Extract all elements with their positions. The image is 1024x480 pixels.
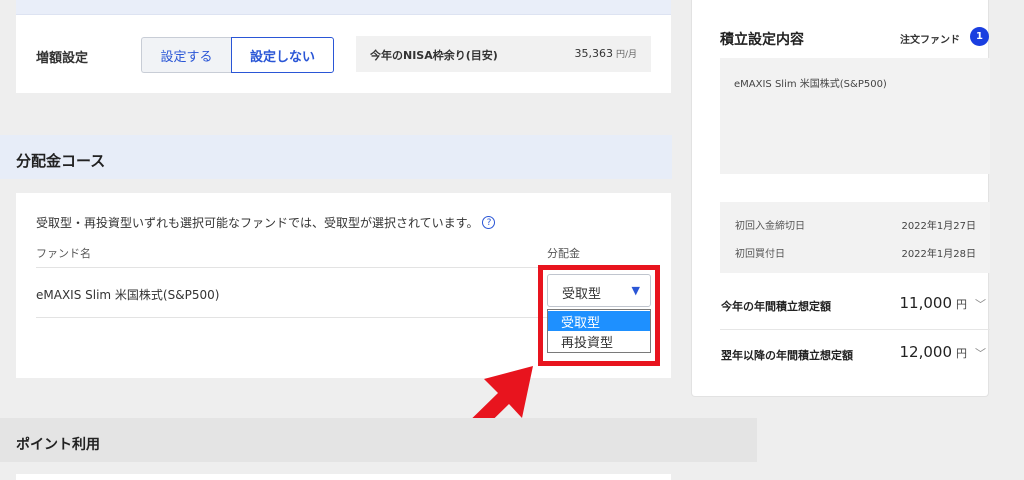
yen-unit: 円 [956, 347, 967, 360]
nisa-amount: 35,363 [574, 47, 613, 60]
divider [720, 329, 990, 330]
next-year-amount-toggle[interactable]: 12,000 円 ﹀ [900, 343, 987, 361]
first-deposit-label: 初回入金締切日 [735, 221, 805, 232]
summary-fund-name: eMAXIS Slim 米国株式(S&P500) [734, 79, 887, 90]
nisa-remaining-value: 35,363 円/月 [574, 47, 637, 60]
fund-name: eMAXIS Slim 米国株式(S&P500) [36, 288, 220, 302]
summary-date-box: 初回入金締切日 2022年1月27日 初回買付日 2022年1月28日 [720, 202, 990, 273]
increase-setting-toggle: 設定する 設定しない [141, 37, 334, 73]
summary-fund-box: eMAXIS Slim 米国株式(S&P500) [720, 58, 990, 174]
help-icon[interactable]: ? [482, 216, 496, 229]
distribution-note: 受取型・再投資型いずれも選択可能なファンドでは、受取型が選択されています。 ? [36, 214, 496, 231]
this-year-amount: 11,000 [899, 294, 953, 312]
first-purchase-date: 2022年1月28日 [901, 249, 976, 260]
nisa-remaining-label: 今年のNISA枠余り(目安) [370, 49, 498, 62]
set-button[interactable]: 設定する [141, 37, 231, 73]
distribution-note-text: 受取型・再投資型いずれも選択可能なファンドでは、受取型が選択されています。 [36, 216, 479, 230]
chevron-down-icon: ﹀ [975, 347, 986, 360]
highlight-box [538, 265, 660, 366]
card-top-strip [16, 0, 671, 15]
this-year-amount-label: 今年の年間積立想定額 [721, 300, 831, 313]
nisa-unit: 円/月 [615, 50, 637, 60]
point-section-header: ポイント利用 [0, 418, 757, 462]
increase-setting-label: 増額設定 [36, 51, 89, 66]
summary-panel: 積立設定内容 注文ファンド 1 eMAXIS Slim 米国株式(S&P500)… [691, 0, 990, 397]
first-purchase-label: 初回買付日 [735, 249, 785, 260]
column-header-distribution: 分配金 [547, 247, 580, 260]
point-section-title: ポイント利用 [16, 437, 100, 453]
order-fund-label: 注文ファンド [900, 35, 960, 46]
yen-unit: 円 [956, 298, 967, 311]
column-header-fund: ファンド名 [36, 247, 91, 260]
distribution-section-title: 分配金コース [16, 152, 106, 170]
next-year-amount-label: 翌年以降の年間積立想定額 [721, 349, 853, 362]
no-set-button[interactable]: 設定しない [231, 37, 334, 73]
distribution-section-header: 分配金コース [0, 135, 672, 179]
point-card [16, 474, 671, 480]
this-year-amount-toggle[interactable]: 11,000 円 ﹀ [900, 294, 987, 312]
first-deposit-date: 2022年1月27日 [901, 221, 976, 232]
next-year-amount: 12,000 [899, 343, 953, 361]
order-fund-count-badge: 1 [970, 27, 989, 46]
summary-title: 積立設定内容 [720, 32, 804, 48]
chevron-down-icon: ﹀ [975, 298, 986, 311]
increase-setting-card: 増額設定 設定する 設定しない 今年のNISA枠余り(目安) 35,363 円/月 [16, 0, 671, 93]
nisa-remaining-box: 今年のNISA枠余り(目安) 35,363 円/月 [356, 36, 651, 72]
